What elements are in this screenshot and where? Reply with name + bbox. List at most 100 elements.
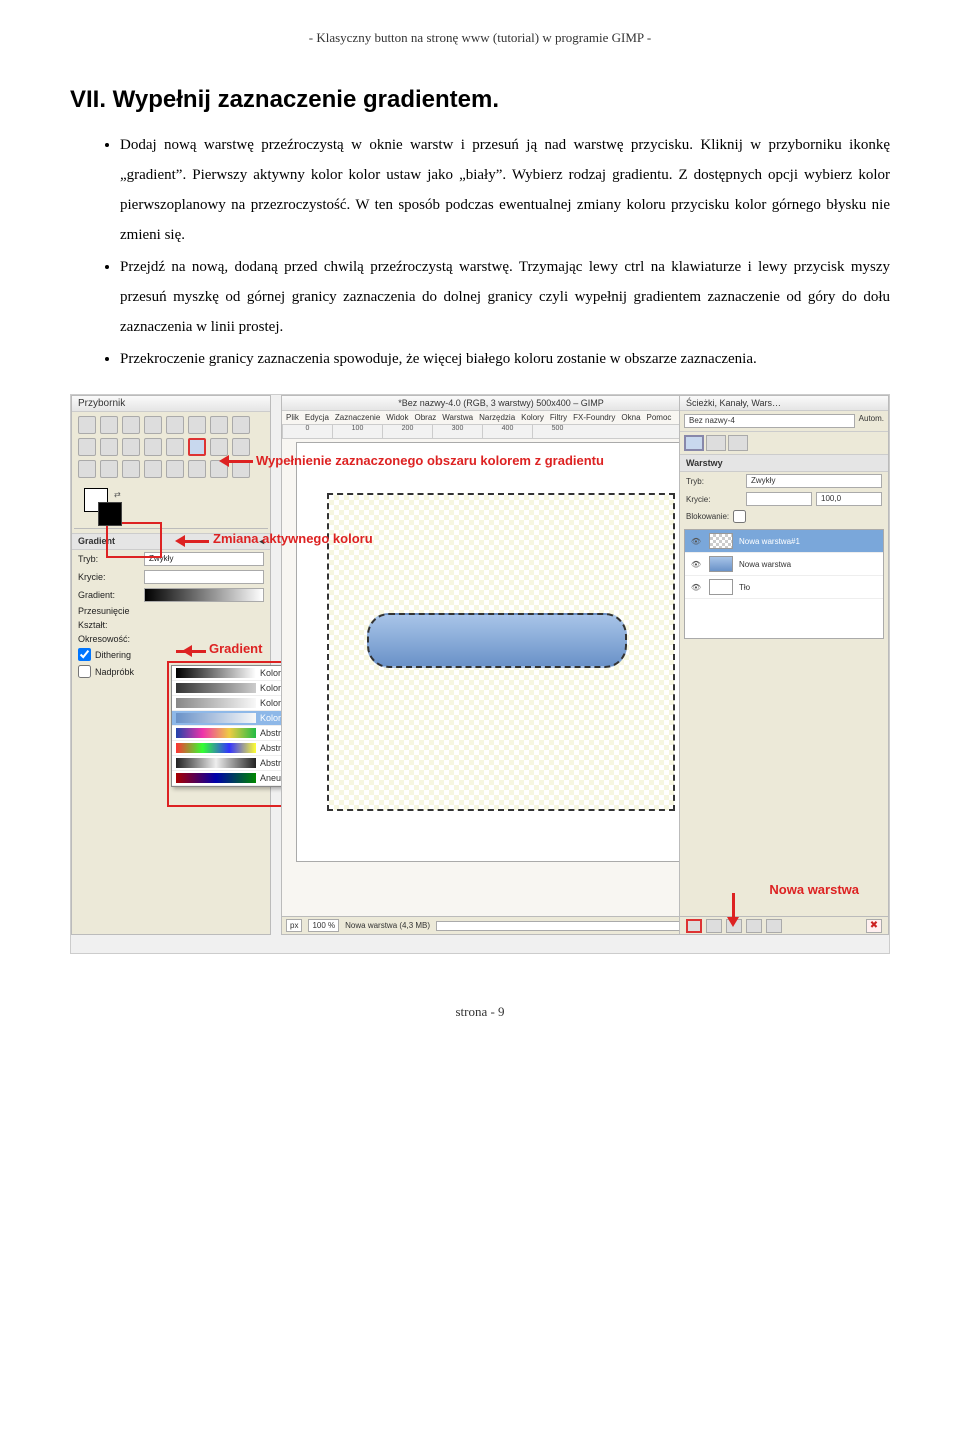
page-footer: strona - 9 bbox=[70, 1004, 890, 1020]
layers-tab-icon[interactable] bbox=[684, 435, 704, 451]
supersample-label: Nadpróbk bbox=[95, 667, 134, 677]
gradient-tool-icon[interactable] bbox=[188, 438, 206, 456]
duplicate-layer-button[interactable] bbox=[746, 919, 762, 933]
layers-section-label: Warstwy bbox=[686, 458, 723, 468]
tool-icon[interactable] bbox=[188, 460, 206, 478]
tool-icon[interactable] bbox=[122, 416, 140, 434]
gimp-screenshot: Przybornik bbox=[70, 394, 890, 954]
autom-label: Autom. bbox=[859, 414, 884, 428]
offset-label: Przesunięcie bbox=[78, 606, 140, 616]
menu-item[interactable]: Obraz bbox=[415, 413, 437, 422]
tool-icon[interactable] bbox=[100, 416, 118, 434]
tool-icon[interactable] bbox=[144, 416, 162, 434]
document-select[interactable]: Bez nazwy-4 bbox=[684, 414, 855, 428]
new-layer-button[interactable] bbox=[686, 919, 702, 933]
status-layer-info: Nowa warstwa (4,3 MB) bbox=[345, 921, 430, 930]
tool-icon[interactable] bbox=[166, 460, 184, 478]
dithering-label: Dithering bbox=[95, 650, 131, 660]
tool-icon[interactable] bbox=[100, 438, 118, 456]
dock-tabs bbox=[680, 432, 888, 455]
annotation-new-layer: Nowa warstwa bbox=[769, 882, 859, 897]
tool-icon[interactable] bbox=[78, 438, 96, 456]
layer-thumb bbox=[709, 533, 733, 549]
layer-name: Nowa warstwa bbox=[739, 560, 791, 569]
mode-select[interactable]: Zwykły bbox=[144, 552, 264, 566]
zoom-select[interactable]: 100 % bbox=[308, 919, 339, 932]
menu-item[interactable]: Edycja bbox=[305, 413, 329, 422]
menu-item[interactable]: FX-Foundry bbox=[573, 413, 615, 422]
layer-name: Nowa warstwa#1 bbox=[739, 537, 800, 546]
anchor-layer-button[interactable] bbox=[766, 919, 782, 933]
color-selector[interactable]: ⇄ bbox=[84, 488, 144, 524]
layers-window-title: Ścieżki, Kanały, Wars… bbox=[680, 396, 888, 411]
tool-icon[interactable] bbox=[232, 438, 250, 456]
section-title: VII. Wypełnij zaznaczenie gradientem. bbox=[70, 86, 890, 114]
channels-tab-icon[interactable] bbox=[706, 435, 726, 451]
status-progress bbox=[436, 921, 716, 931]
tool-icon[interactable] bbox=[188, 416, 206, 434]
tool-icon[interactable] bbox=[144, 438, 162, 456]
layer-name: Tło bbox=[739, 583, 750, 592]
tool-icon[interactable] bbox=[166, 438, 184, 456]
layer-opacity-slider[interactable] bbox=[746, 492, 812, 506]
annotation-arrow bbox=[213, 455, 253, 467]
visibility-icon[interactable]: 👁 bbox=[689, 537, 703, 546]
tool-icon[interactable] bbox=[122, 460, 140, 478]
visibility-icon[interactable]: 👁 bbox=[689, 560, 703, 569]
menu-item[interactable]: Okna bbox=[621, 413, 640, 422]
background-color[interactable] bbox=[98, 502, 122, 526]
tool-icon[interactable] bbox=[210, 416, 228, 434]
lock-label: Blokowanie: bbox=[686, 512, 729, 521]
layer-opacity-value[interactable]: 100,0 bbox=[816, 492, 882, 506]
tool-icon-grid bbox=[72, 412, 270, 482]
dithering-checkbox[interactable] bbox=[78, 648, 91, 661]
layers-action-bar: ✖ bbox=[680, 916, 888, 934]
menu-item[interactable]: Filtry bbox=[550, 413, 567, 422]
tool-icon[interactable] bbox=[122, 438, 140, 456]
layers-panel: Ścieżki, Kanały, Wars… Bez nazwy-4 Autom… bbox=[679, 395, 889, 935]
tool-icon[interactable] bbox=[100, 460, 118, 478]
menu-item[interactable]: Narzędzia bbox=[479, 413, 515, 422]
repeat-label: Okresowość: bbox=[78, 634, 140, 644]
tool-icon[interactable] bbox=[144, 460, 162, 478]
menu-item[interactable]: Widok bbox=[386, 413, 408, 422]
toolbox-title: Przybornik bbox=[72, 396, 270, 412]
menu-item[interactable]: Warstwa bbox=[442, 413, 473, 422]
layer-opacity-label: Krycie: bbox=[686, 495, 742, 504]
canvas-menubar[interactable]: Plik Edycja Zaznaczenie Widok Obraz Wars… bbox=[282, 411, 720, 425]
tool-icon[interactable] bbox=[210, 438, 228, 456]
instruction-list: Dodaj nową warstwę przeźroczystą w oknie… bbox=[70, 130, 890, 374]
canvas-drawing-area[interactable] bbox=[296, 442, 706, 862]
raise-layer-button[interactable] bbox=[706, 919, 722, 933]
gradient-select[interactable] bbox=[144, 588, 264, 602]
supersample-checkbox[interactable] bbox=[78, 665, 91, 678]
unit-select[interactable]: px bbox=[286, 919, 302, 932]
paths-tab-icon[interactable] bbox=[728, 435, 748, 451]
lock-checkbox[interactable] bbox=[733, 510, 746, 523]
layer-item[interactable]: 👁 Tło bbox=[685, 576, 883, 599]
canvas-window: *Bez nazwy-4.0 (RGB, 3 warstwy) 500x400 … bbox=[281, 395, 721, 935]
tool-icon[interactable] bbox=[232, 416, 250, 434]
tool-icon[interactable] bbox=[78, 416, 96, 434]
annotation-arrow bbox=[169, 535, 209, 547]
instruction-item: Przejdź na nową, dodaną przed chwilą prz… bbox=[120, 252, 890, 342]
menu-item[interactable]: Kolory bbox=[521, 413, 544, 422]
menu-item[interactable]: Plik bbox=[286, 413, 299, 422]
tool-icon[interactable] bbox=[78, 460, 96, 478]
menu-item[interactable]: Pomoc bbox=[647, 413, 672, 422]
gradient-label: Gradient: bbox=[78, 590, 140, 600]
annotation-arrow bbox=[727, 893, 739, 933]
opacity-slider[interactable] bbox=[144, 570, 264, 584]
layer-mode-label: Tryb: bbox=[686, 477, 742, 486]
menu-item[interactable]: Zaznaczenie bbox=[335, 413, 380, 422]
visibility-icon[interactable]: 👁 bbox=[689, 583, 703, 592]
layer-item[interactable]: 👁 Nowa warstwa bbox=[685, 553, 883, 576]
instruction-item: Dodaj nową warstwę przeźroczystą w oknie… bbox=[120, 130, 890, 250]
swap-colors-icon[interactable]: ⇄ bbox=[114, 490, 121, 499]
layer-item-selected[interactable]: 👁 Nowa warstwa#1 bbox=[685, 530, 883, 553]
delete-layer-button[interactable]: ✖ bbox=[866, 919, 882, 933]
instruction-item: Przekroczenie granicy zaznaczenia spowod… bbox=[120, 344, 890, 374]
shape-label: Kształt: bbox=[78, 620, 140, 630]
layer-mode-select[interactable]: Zwykły bbox=[746, 474, 882, 488]
tool-icon[interactable] bbox=[166, 416, 184, 434]
